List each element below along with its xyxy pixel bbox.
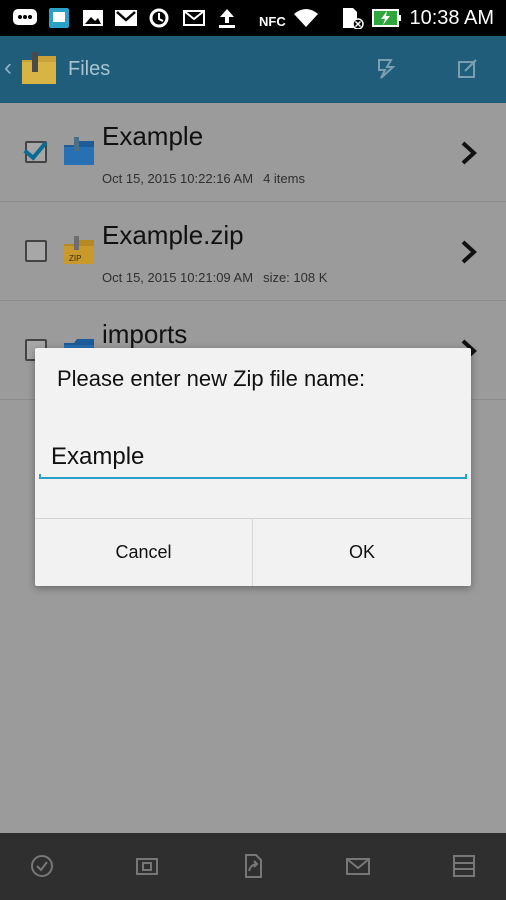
file-meta: Oct 15, 2015 10:21:09 AM size: 108 K (102, 270, 327, 285)
share-icon[interactable] (240, 853, 266, 879)
folder-icon (64, 137, 94, 165)
chevron-left-icon[interactable]: ‹ (4, 54, 12, 82)
dialog-title: Please enter new Zip file name: (57, 366, 366, 391)
status-bar: NFC 10:38 AM (0, 0, 506, 36)
upload-icon (219, 9, 235, 28)
folder-icon[interactable] (20, 50, 58, 88)
file-meta: Oct 15, 2015 10:22:16 AM 4 items (102, 171, 305, 186)
list-item[interactable]: Example Oct 15, 2015 10:22:16 AM 4 items (0, 103, 506, 202)
nfc-icon: NFC (259, 14, 286, 29)
action-bar: ‹ Files (0, 36, 506, 103)
list-item[interactable]: ZIP Example.zip Oct 15, 2015 10:21:09 AM… (0, 202, 506, 301)
battery-charging-icon (372, 9, 401, 27)
cancel-button[interactable]: Cancel (35, 519, 253, 586)
file-info: 4 items (263, 171, 305, 186)
checkbox-unchecked[interactable] (25, 240, 47, 262)
file-date: Oct 15, 2015 10:22:16 AM (102, 171, 254, 186)
file-name: imports (102, 319, 188, 349)
bottom-toolbar (0, 833, 506, 900)
file-name: Example (102, 121, 204, 151)
compress-icon[interactable] (134, 853, 160, 879)
svg-text:ZIP: ZIP (69, 254, 81, 263)
page-title: Files (68, 58, 111, 80)
screenshot-icon (49, 8, 69, 28)
checkbox-checked[interactable] (25, 141, 47, 163)
edit-icon[interactable] (455, 56, 481, 82)
zip-name-input[interactable] (39, 436, 467, 478)
image-icon (83, 10, 103, 26)
svg-text:NFC: NFC (259, 14, 286, 29)
file-date: Oct 15, 2015 10:21:09 AM (102, 270, 254, 285)
file-name: Example.zip (102, 220, 244, 250)
chat-icon (13, 9, 37, 25)
wifi-icon (294, 9, 318, 27)
select-all-icon[interactable] (29, 853, 55, 879)
gmail-icon (115, 10, 137, 26)
chevron-right-icon[interactable] (458, 238, 480, 266)
input-underline (39, 474, 467, 479)
chevron-right-icon[interactable] (458, 139, 480, 167)
sim-no-service-icon (343, 8, 364, 29)
refresh-icon[interactable] (373, 56, 399, 82)
file-info: size: 108 K (263, 270, 328, 285)
zip-folder-icon: ZIP (64, 236, 94, 264)
mail-icon[interactable] (345, 853, 371, 879)
ok-button[interactable]: OK (253, 519, 471, 586)
zip-name-dialog: Please enter new Zip file name: Cancel O… (35, 348, 471, 586)
more-icon[interactable] (451, 853, 477, 879)
sync-icon (149, 8, 169, 28)
status-time: 10:38 AM (409, 7, 494, 29)
email-icon (183, 10, 205, 26)
